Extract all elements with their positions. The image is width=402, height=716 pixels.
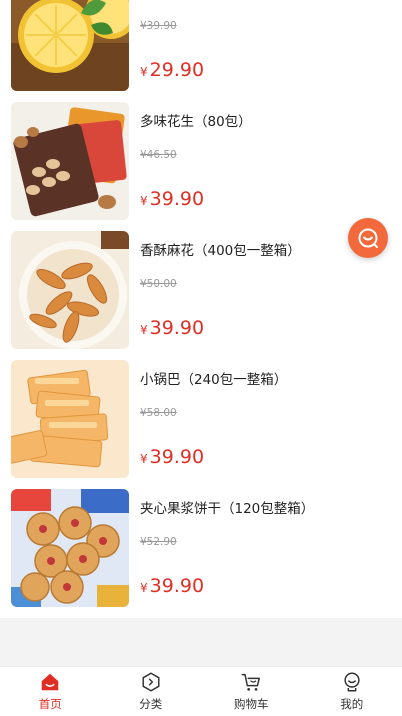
tab-label: 首页 <box>38 697 62 711</box>
jam-biscuit-image <box>11 489 129 607</box>
product-list: ¥39.90 ¥29.90 多味花生（80包） ¥46.50 ¥ 39.90 香… <box>0 0 402 620</box>
sale-price: ¥39.90 <box>140 188 205 210</box>
bottom-tab-bar: 首页 分类 购物车 我的 <box>0 666 402 716</box>
sale-price: ¥29.90 <box>140 59 205 81</box>
cart-icon <box>241 673 261 691</box>
category-icon <box>142 672 160 692</box>
list-item[interactable]: 多味花生（80包） ¥46.50 ¥39.90 <box>0 102 402 221</box>
home-icon <box>42 673 59 691</box>
tab-label: 我的 <box>340 697 364 711</box>
rice-crust-image <box>11 360 129 478</box>
list-item[interactable]: 夹心果浆饼干（120包整箱） ¥52.90 ¥39.90 <box>0 489 402 608</box>
tab-cart[interactable]: 购物车 <box>201 667 302 716</box>
product-title: 多味花生（80包） <box>140 114 252 130</box>
mahua-twist-image <box>11 231 129 349</box>
tab-category[interactable]: 分类 <box>101 667 202 716</box>
peanut-snack-image <box>11 102 129 220</box>
tab-label: 分类 <box>139 697 163 711</box>
tab-label: 购物车 <box>234 697 269 711</box>
profile-icon <box>344 672 360 692</box>
original-price: ¥52.90 <box>140 536 177 548</box>
original-price: ¥39.90 <box>140 20 177 32</box>
list-item[interactable]: 香酥麻花（400包一整箱） ¥50.00 ¥39.90 <box>0 231 402 350</box>
original-price: ¥46.50 <box>140 149 177 161</box>
sale-price: ¥39.90 <box>140 317 205 339</box>
list-item[interactable]: ¥39.90 ¥29.90 <box>0 0 402 92</box>
tab-home[interactable]: 首页 <box>0 667 101 716</box>
list-footer-gap <box>0 618 402 666</box>
list-item[interactable]: 小锅巴（240包一整箱） ¥58.00 ¥39.90 <box>0 360 402 479</box>
sale-price: ¥39.90 <box>140 575 205 597</box>
customer-service-button[interactable] <box>348 218 388 258</box>
tab-profile[interactable]: 我的 <box>302 667 402 716</box>
product-title: 小锅巴（240包一整箱） <box>140 372 288 388</box>
original-price: ¥50.00 <box>140 278 177 290</box>
product-title: 香酥麻花（400包一整箱） <box>140 243 301 259</box>
customer-service-icon <box>358 228 378 248</box>
lemon-slice-image <box>11 0 129 91</box>
sale-price: ¥39.90 <box>140 446 205 468</box>
product-title: 夹心果浆饼干（120包整箱） <box>140 501 315 517</box>
original-price: ¥58.00 <box>140 407 177 419</box>
